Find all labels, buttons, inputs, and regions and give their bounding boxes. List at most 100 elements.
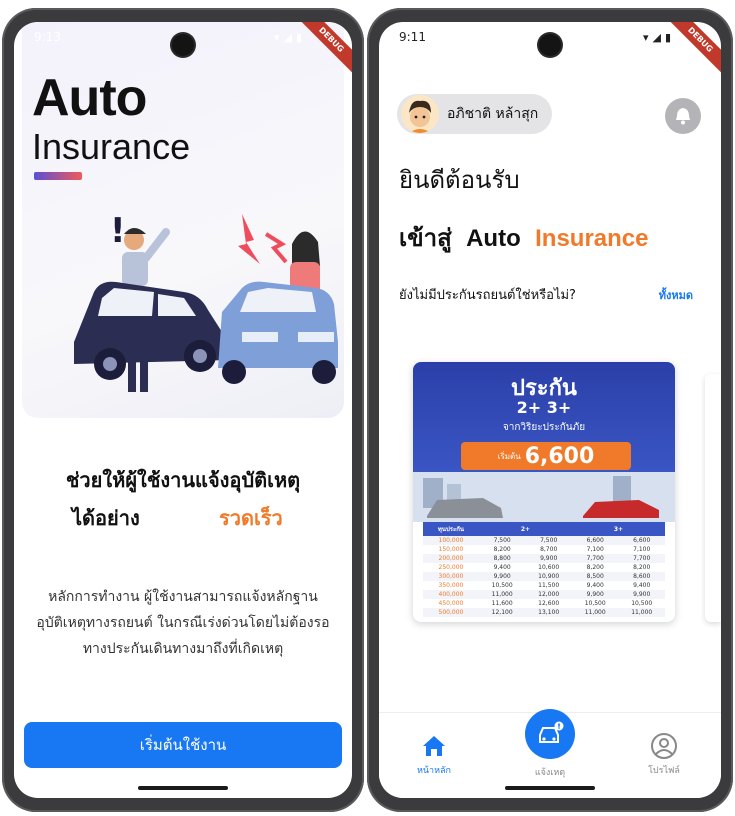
premium-cell: 9,900 (618, 590, 665, 599)
table-row: 400,000 11,000 12,000 9,900 9,900 (423, 590, 665, 599)
premium-cell: 8,700 (540, 546, 558, 553)
premium-cell: 12,600 (538, 600, 560, 607)
premium-cell: 6,600 (571, 536, 619, 545)
headline-line1: ช่วยให้ผู้ใช้งานแจ้งอุบัติเหตุ (65, 468, 301, 492)
table-header: 3+ (571, 522, 665, 536)
battery-icon: ▮ (664, 30, 671, 44)
promo-cars-image (413, 472, 675, 522)
premium-cell: 12,100 (478, 608, 526, 617)
premium-cell: 10,500 (584, 600, 606, 607)
no-insurance-question: ยังไม่มีประกันรถยนต์ใช่หรือไม่? (399, 288, 576, 303)
premium-cell: 7,700 (618, 554, 665, 563)
premium-cell: 11,000 (618, 608, 665, 617)
premium-cell: 7,500 (525, 536, 572, 545)
nav-profile[interactable]: โปรไฟล์ (629, 731, 699, 777)
promo-price-table: ทุนประกัน 2+ 3+ 100,000 7,500 7,500 6,600 6,… (423, 522, 665, 617)
wifi-icon: ▾ (642, 30, 649, 44)
nav-report-label: แจ้งเหตุ (534, 768, 566, 778)
promo-subtitle: จากวิริยะประกันภัย (502, 422, 586, 433)
headline-line2: ได้อย่าง (72, 506, 140, 530)
promo-card[interactable]: ประกัน 2+ 3+ จากวิริยะประกันภัย เริ่มต้น… (413, 362, 675, 622)
table-row: 150,000 8,200 8,700 7,100 7,100 (423, 545, 665, 554)
table-header: ทุนประกัน (423, 522, 479, 536)
report-button[interactable] (525, 709, 575, 759)
phone-frame-left: 9:13 ▾ ◢ ▮ DEBUG Auto Insurance ! ช่วยให… (2, 8, 364, 812)
home-indicator[interactable] (138, 786, 228, 790)
sum-insured-cell: 200,000 (423, 554, 479, 563)
front-camera (172, 34, 194, 56)
nav-profile-label: โปรไฟล์ (648, 766, 680, 776)
sum-insured-cell: 350,000 (438, 582, 464, 589)
status-icons: ▾ ◢ ▮ (643, 31, 671, 44)
premium-cell: 11,500 (538, 582, 560, 589)
headline-accent: รวดเร็ว (219, 506, 283, 530)
premium-cell: 13,100 (525, 608, 572, 617)
promo-table-body: 100,000 7,500 7,500 6,600 6,600 150,000 8,200 8… (423, 536, 665, 617)
status-icons: ▾ ◢ ▮ (274, 31, 302, 44)
premium-cell: 7,100 (633, 546, 651, 553)
signal-icon: ◢ (652, 30, 661, 44)
sum-insured-cell: 100,000 (423, 536, 479, 545)
premium-cell: 9,400 (493, 564, 511, 571)
nav-report[interactable]: แจ้งเหตุ (515, 709, 585, 779)
battery-icon: ▮ (295, 30, 302, 44)
next-promo-card[interactable] (705, 374, 721, 622)
sum-insured-cell: 150,000 (438, 546, 464, 553)
enter-heading: เข้าสู่ Auto Insurance (399, 218, 649, 257)
welcome-heading: ยินดีต้อนรับ (399, 166, 520, 194)
promo-plans: 2+ 3+ (516, 398, 572, 417)
premium-cell: 10,600 (538, 564, 560, 571)
premium-cell: 11,000 (571, 608, 619, 617)
premium-cell: 10,900 (525, 572, 572, 581)
description-text: หลักการทำงาน ผู้ใช้งานสามารถแจ้งหลักฐานอ… (36, 589, 330, 657)
table-header: 2+ (478, 522, 572, 536)
user-name: อภิชาติ หล้าสุก (447, 106, 539, 122)
sum-insured-cell: 300,000 (423, 572, 479, 581)
promo-price-box: เริ่มต้น 6,600 (461, 442, 631, 470)
premium-cell: 8,800 (478, 554, 526, 563)
brand-title: Auto (32, 69, 147, 127)
premium-cell: 7,700 (571, 554, 619, 563)
bell-icon (676, 108, 690, 125)
premium-cell: 9,900 (525, 554, 572, 563)
status-time: 9:13 (34, 30, 61, 44)
wifi-icon: ▾ (273, 30, 280, 44)
premium-cell: 9,400 (586, 582, 604, 589)
nav-home-label: หน้าหลัก (416, 766, 452, 776)
see-all-link[interactable]: ทั้งหมด (659, 286, 693, 304)
profile-icon (629, 731, 699, 761)
enter-auto: Auto (466, 225, 521, 252)
enter-accent: Insurance (535, 225, 649, 252)
home-indicator[interactable] (505, 786, 595, 790)
home-screen: 9:11 ▾ ◢ ▮ DEBUG อภิชาติ หล้าสุก ยินดีต้… (379, 22, 721, 798)
premium-cell: 8,500 (571, 572, 619, 581)
table-row: 300,000 9,900 10,900 8,500 8,600 (423, 572, 665, 581)
premium-cell: 10,500 (491, 582, 513, 589)
sum-insured-cell: 450,000 (438, 600, 464, 607)
onboarding-screen: 9:13 ▾ ◢ ▮ DEBUG Auto Insurance ! ช่วยให… (14, 22, 352, 798)
table-row: 350,000 10,500 11,500 9,400 9,400 (423, 581, 665, 590)
premium-cell: 9,900 (478, 572, 526, 581)
avatar-image (409, 100, 431, 133)
user-profile-chip[interactable]: อภิชาติ หล้าสุก (397, 94, 553, 134)
notification-button[interactable] (665, 98, 701, 134)
promo-price-prefix: เริ่มต้น (497, 451, 521, 461)
sum-insured-cell: 250,000 (438, 564, 464, 571)
start-button[interactable]: เริ่มต้นใช้งาน (24, 722, 342, 768)
premium-cell: 6,600 (618, 536, 665, 545)
phone-frame-right: 9:11 ▾ ◢ ▮ DEBUG อภิชาติ หล้าสุก ยินดีต้… (367, 8, 733, 812)
table-row: 500,000 12,100 13,100 11,000 11,000 (423, 608, 665, 617)
promo-price: 6,600 (524, 443, 595, 469)
nav-home[interactable]: หน้าหลัก (399, 731, 469, 777)
brand-underline (34, 172, 82, 180)
premium-cell: 8,200 (493, 546, 511, 553)
premium-cell: 8,200 (586, 564, 604, 571)
premium-cell: 7,500 (478, 536, 526, 545)
table-row: 450,000 11,600 12,600 10,500 10,500 (423, 599, 665, 608)
premium-cell: 7,100 (586, 546, 604, 553)
premium-cell: 10,500 (631, 600, 653, 607)
cars-image (413, 472, 675, 522)
premium-cell: 9,400 (633, 582, 651, 589)
signal-icon: ◢ (283, 30, 292, 44)
premium-cell: 9,900 (571, 590, 619, 599)
